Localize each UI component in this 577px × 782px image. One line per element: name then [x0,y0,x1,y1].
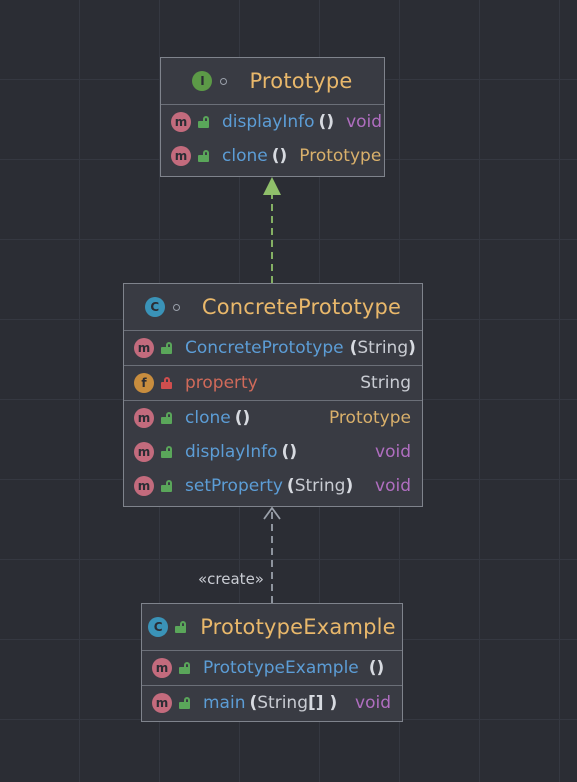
return-type: void [375,476,411,496]
public-icon [161,342,172,354]
example-methods: m main ( String [] ) void [142,686,402,720]
params-open: ( [249,693,258,713]
method-params: () [318,112,335,132]
public-icon [161,446,172,458]
concrete-title: ConcretePrototype [201,295,402,319]
package-visibility-icon [172,303,180,311]
public-icon [161,412,172,424]
public-icon [198,116,209,128]
method-icon: m [134,442,154,462]
params-close: ) [345,476,354,496]
return-type: Prototype [299,146,382,166]
concrete-constructors: m ConcretePrototype ( String ) [124,331,422,366]
method-row[interactable]: m setProperty ( String ) void [124,469,422,503]
method-name: displayInfo [222,112,315,132]
method-row[interactable]: m displayInfo () void [161,105,384,139]
private-icon [161,377,172,389]
method-params: () [368,658,385,678]
field-type: String [360,373,411,393]
field-icon: f [134,373,154,393]
public-icon [198,150,209,162]
param-type: String [357,338,409,358]
method-name: main [203,693,246,713]
method-params: () [271,146,288,166]
example-title: PrototypeExample [200,615,396,639]
params-open: ( [349,338,358,358]
prototype-example-class-box[interactable]: C PrototypeExample m PrototypeExample ()… [141,603,403,722]
constructor-name: ConcretePrototype [185,338,344,358]
method-icon: m [134,476,154,496]
param-type: String [257,693,308,713]
prototype-title: Prototype [249,69,353,93]
return-type: void [346,112,383,132]
abstract-method-icon: m [171,146,191,166]
class-icon: C [144,297,165,317]
abstract-method-icon: m [171,112,191,132]
realization-arrowhead [263,177,281,195]
method-name: clone [222,146,268,166]
method-icon: m [134,408,154,428]
constructor-row[interactable]: m ConcretePrototype ( String ) [124,331,422,365]
return-type: void [355,693,391,713]
method-icon: m [134,338,154,358]
public-icon [179,697,190,709]
method-row[interactable]: m displayInfo () void [124,435,422,469]
method-name: displayInfo [185,442,278,462]
method-row[interactable]: m clone () Prototype [161,139,384,173]
example-header: C PrototypeExample [142,604,402,651]
method-params: () [281,442,298,462]
public-icon [179,662,190,674]
method-name: clone [185,408,231,428]
concrete-header: C ConcretePrototype [124,284,422,331]
return-type: void [375,442,411,462]
constructor-name: PrototypeExample [203,658,359,678]
method-name: setProperty [185,476,283,496]
params-close: ) [408,338,416,358]
param-type: String [294,476,346,496]
method-row[interactable]: m main ( String [] ) void [142,686,402,720]
field-name: property [185,373,258,393]
runnable-class-icon: C [148,617,169,637]
public-icon [175,621,187,633]
example-constructors: m PrototypeExample () [142,651,402,686]
package-visibility-icon [220,77,228,85]
concrete-prototype-class-box[interactable]: C ConcretePrototype m ConcretePrototype … [123,283,423,507]
prototype-header: I Prototype [161,58,384,105]
prototype-interface-box[interactable]: I Prototype m displayInfo () void m clon… [160,57,385,177]
prototype-methods: m displayInfo () void m clone () Prototy… [161,105,384,173]
params-close: [] ) [308,693,338,713]
params-open: ( [286,476,295,496]
public-icon [161,480,172,492]
method-row[interactable]: m clone () Prototype [124,401,422,435]
static-method-icon: m [152,693,172,713]
field-row[interactable]: f property String [124,366,422,400]
return-type: Prototype [328,408,411,428]
method-icon: m [152,658,172,678]
constructor-row[interactable]: m PrototypeExample () [142,651,402,685]
create-stereotype-label: «create» [198,570,264,588]
interface-icon: I [192,71,213,91]
concrete-methods: m clone () Prototype m displayInfo () vo… [124,401,422,503]
method-params: () [234,408,251,428]
concrete-fields: f property String [124,366,422,401]
